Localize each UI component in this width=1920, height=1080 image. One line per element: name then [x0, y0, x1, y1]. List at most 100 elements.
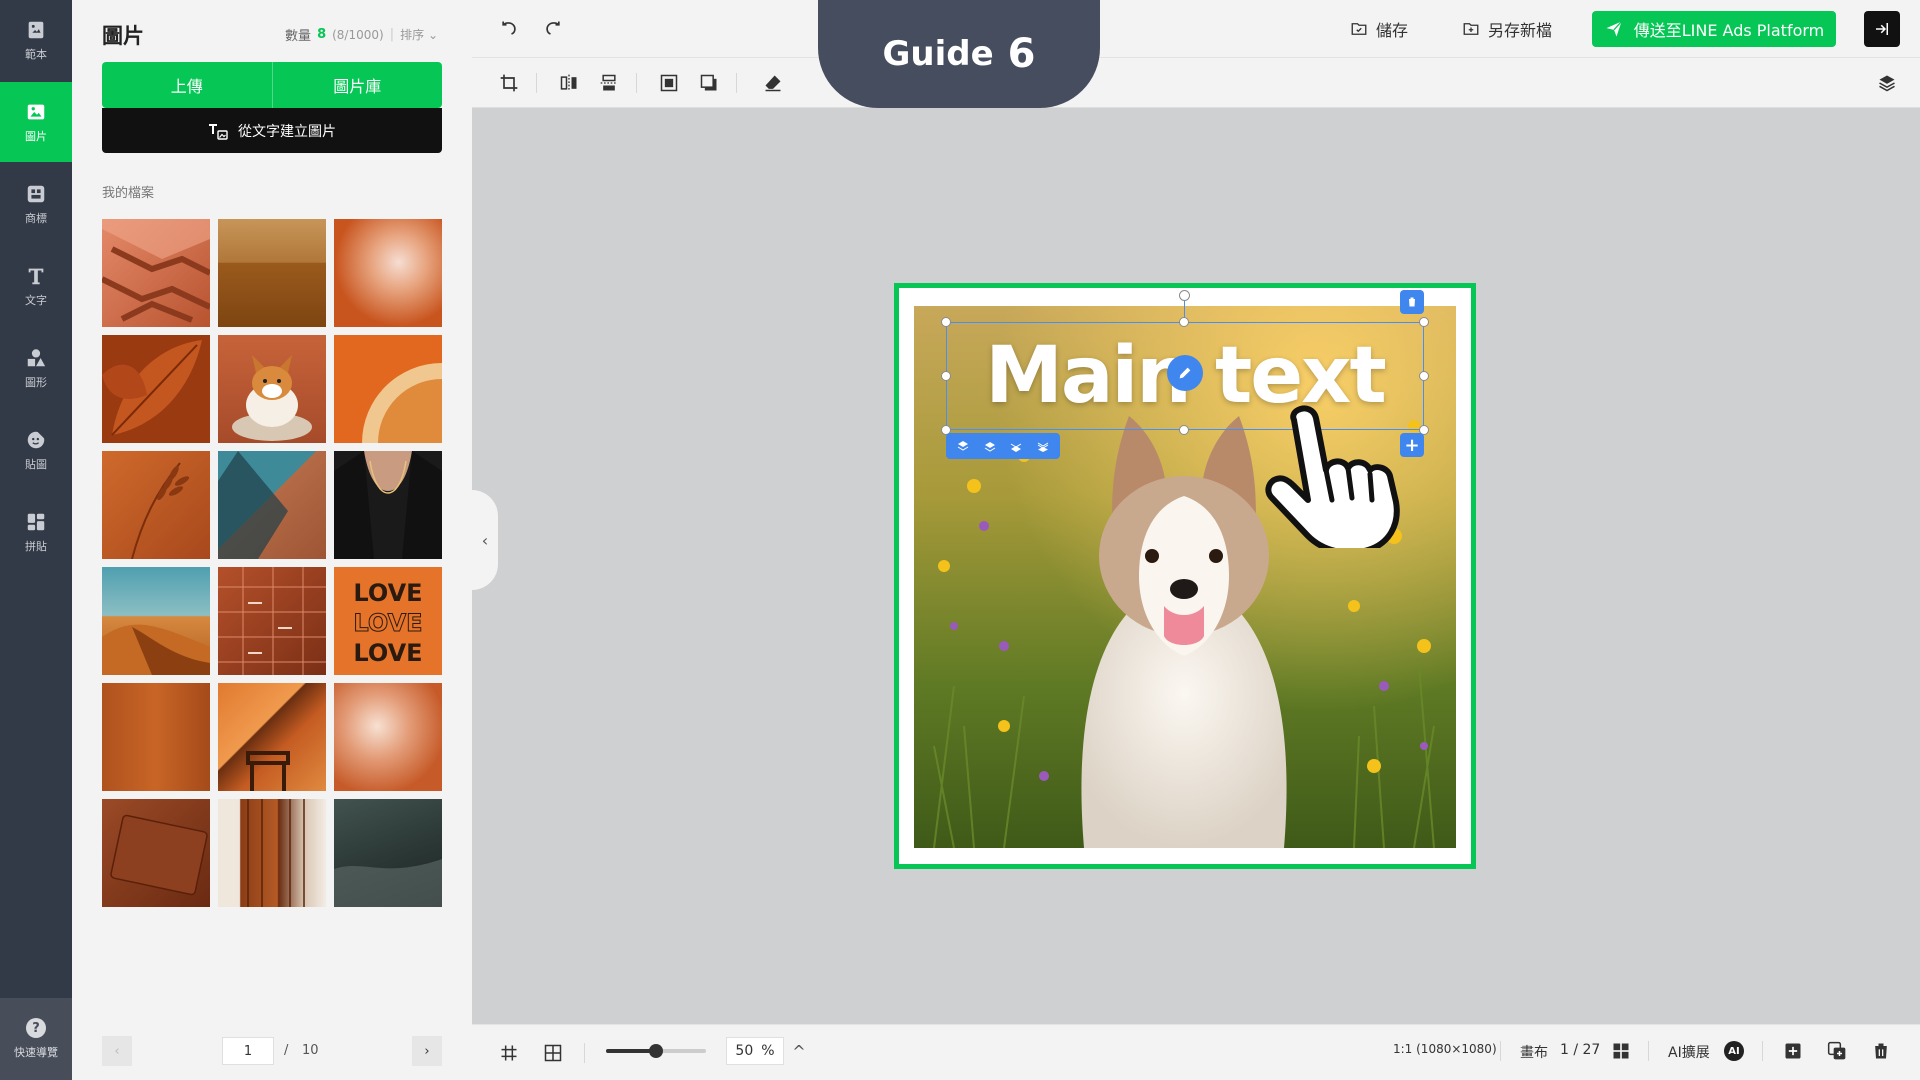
wallet-graphic [110, 814, 208, 896]
image-thumb-dunes[interactable] [102, 567, 210, 675]
zoom-slider[interactable] [606, 1044, 706, 1058]
delete-page-button[interactable] [1870, 1040, 1892, 1062]
image-thumb-stairs[interactable] [102, 219, 210, 327]
send-to-back-button[interactable] [1036, 439, 1050, 453]
guide-word: Guide [882, 34, 994, 74]
image-thumb-wall[interactable] [218, 219, 326, 327]
save-button[interactable]: 儲存 [1350, 17, 1408, 41]
delete-element-button[interactable] [1400, 290, 1424, 314]
image-thumb-plate[interactable] [334, 335, 442, 443]
rail-item-shapes[interactable]: 圖形 [0, 328, 72, 408]
resize-handle-top-left[interactable] [941, 317, 951, 327]
pages-overview-button[interactable] [1610, 1040, 1632, 1062]
image-thumb-leather[interactable] [102, 683, 210, 791]
shapes-icon [27, 348, 46, 366]
grid-toggle-button[interactable] [498, 1042, 520, 1064]
zoom-unit: % [761, 1043, 775, 1059]
count-divider: | [389, 27, 395, 42]
bring-forward-icon [984, 442, 996, 452]
trash-icon [1873, 1043, 1889, 1059]
zoom-presets-button[interactable]: ^ [786, 1037, 812, 1065]
chair-graphic [246, 751, 290, 791]
building-graphic [218, 567, 326, 675]
resize-handle-bottom[interactable] [1179, 425, 1189, 435]
rail-item-label: 貼圖 [25, 457, 47, 471]
zoom-slider-knob[interactable] [649, 1044, 663, 1058]
collapse-panel-button[interactable]: ‹ [472, 490, 498, 590]
layers-button[interactable] [1876, 72, 1898, 94]
trash-icon [1408, 297, 1416, 307]
rail-item-text[interactable]: 文字 [0, 246, 72, 326]
ai-expand-button[interactable]: AI擴展 [1668, 1042, 1710, 1062]
shadow-button[interactable] [698, 72, 720, 94]
rotate-handle[interactable] [1179, 290, 1190, 301]
rail-item-stickers[interactable]: 貼圖 [0, 410, 72, 490]
dunes-graphic [102, 624, 210, 675]
collage-icon [27, 513, 45, 530]
sort-dropdown[interactable]: 排序 ⌄ [400, 26, 438, 43]
text-icon [28, 268, 44, 284]
rail-item-label: 範本 [25, 47, 47, 61]
rail-item-collage[interactable]: 拼貼 [0, 492, 72, 572]
image-thumb-corgi[interactable] [218, 335, 326, 443]
chevron-right-icon: › [424, 1043, 430, 1059]
image-thumb-leaf[interactable] [102, 335, 210, 443]
crop-button[interactable] [498, 72, 520, 94]
grid-four-icon [1613, 1043, 1629, 1059]
add-page-button[interactable] [1782, 1040, 1804, 1062]
guides-toggle-button[interactable] [542, 1042, 564, 1064]
page-input[interactable] [222, 1037, 274, 1065]
image-library-button[interactable]: 圖片庫 [272, 62, 442, 108]
guide-number: 6 [1007, 31, 1036, 77]
resize-handle-right[interactable] [1419, 371, 1429, 381]
quick-guide-button[interactable]: ? 快速導覽 [0, 998, 72, 1080]
send-to-line-ads-button[interactable]: 傳送至LINE Ads Platform [1592, 11, 1836, 47]
undo-button[interactable] [496, 16, 522, 42]
send-backward-button[interactable] [1009, 439, 1023, 453]
flip-vertical-button[interactable] [598, 72, 620, 94]
image-thumb-door[interactable] [218, 799, 326, 907]
redo-button[interactable] [540, 16, 566, 42]
necklace-graphic [334, 451, 442, 559]
image-thumb-fabric-dark[interactable] [334, 799, 442, 907]
flip-horizontal-icon [560, 74, 577, 92]
image-thumb-wallet[interactable] [102, 799, 210, 907]
bottom-divider [584, 1043, 585, 1063]
resize-handle-top[interactable] [1179, 317, 1189, 327]
fit-canvas-button[interactable] [658, 72, 680, 94]
plate-graphic [362, 363, 442, 443]
image-thumb-necklace[interactable] [334, 451, 442, 559]
save-as-button[interactable]: 另存新檔 [1462, 17, 1552, 41]
image-thumb-building[interactable] [218, 567, 326, 675]
door-graphic [247, 799, 305, 907]
image-thumb-fabric[interactable] [334, 219, 442, 327]
resize-handle-top-right[interactable] [1419, 317, 1429, 327]
resize-handle-left[interactable] [941, 371, 951, 381]
image-thumb-love[interactable]: LOVE LOVE LOVE [334, 567, 442, 675]
image-thumb-curl[interactable] [334, 683, 442, 791]
rail-item-logos[interactable]: 商標 [0, 164, 72, 244]
fabric-graphic [334, 859, 442, 907]
image-thumb-chair[interactable] [218, 683, 326, 791]
eraser-button[interactable] [762, 72, 784, 94]
exit-button[interactable] [1864, 11, 1900, 47]
text-to-image-button[interactable]: 從文字建立圖片 [102, 108, 442, 153]
bring-forward-button[interactable] [983, 439, 997, 453]
layer-order-tools [946, 433, 1060, 459]
image-grid: LOVE LOVE LOVE [102, 219, 442, 907]
rail-item-templates[interactable]: 範本 [0, 0, 72, 80]
next-page-button[interactable]: › [412, 1036, 442, 1066]
pointing-hand-icon [1265, 405, 1400, 548]
image-thumb-shadow[interactable] [218, 451, 326, 559]
edit-text-button[interactable] [1167, 355, 1203, 391]
leaf-graphic [102, 340, 202, 436]
zoom-input[interactable]: 50 % [726, 1037, 784, 1065]
image-thumb-wheat[interactable] [102, 451, 210, 559]
prev-page-button[interactable]: ‹ [102, 1036, 132, 1066]
upload-button[interactable]: 上傳 [102, 62, 273, 108]
flip-horizontal-button[interactable] [558, 72, 580, 94]
undo-icon [502, 21, 516, 35]
bring-to-front-button[interactable] [956, 439, 970, 453]
duplicate-page-button[interactable] [1826, 1040, 1848, 1062]
rail-item-images[interactable]: 圖片 [0, 82, 72, 162]
